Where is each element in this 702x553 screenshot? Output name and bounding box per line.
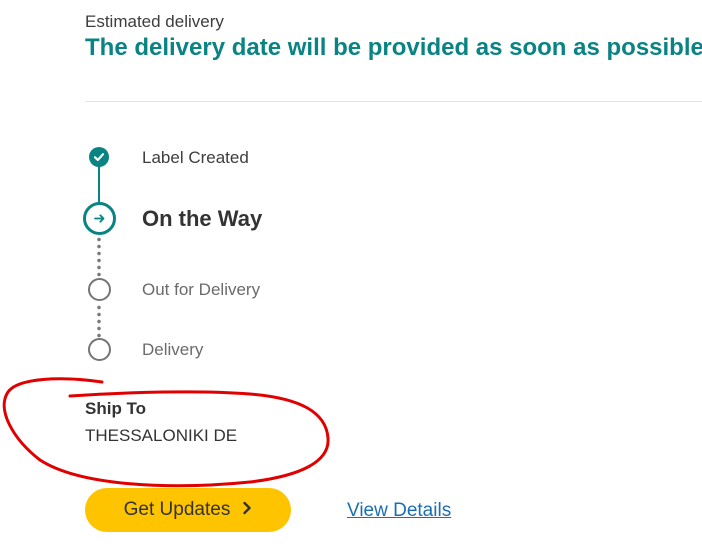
step-label-delivery: Delivery <box>142 340 204 359</box>
check-icon <box>89 147 109 167</box>
ship-to-value: THESSALONIKI DE <box>85 426 238 445</box>
view-details-link[interactable]: View Details <box>347 500 451 522</box>
red-annotation-circle <box>2 377 330 488</box>
ship-to-heading: Ship To <box>85 399 147 418</box>
empty-circle-icon <box>88 338 111 361</box>
step-label-created: Label Created <box>142 148 249 167</box>
timeline-connector-completed <box>98 166 100 206</box>
timeline-connector-pending <box>97 236 101 278</box>
arrow-right-icon <box>83 202 116 235</box>
timeline-connector-pending <box>97 304 101 338</box>
tracking-panel: Estimated delivery The delivery date wil… <box>0 0 702 553</box>
get-updates-button[interactable]: Get Updates <box>85 488 291 532</box>
empty-circle-icon <box>88 278 111 301</box>
get-updates-label: Get Updates <box>123 499 231 520</box>
step-label-on-the-way: On the Way <box>142 206 263 231</box>
estimated-delivery-message: The delivery date will be provided as so… <box>85 34 702 61</box>
estimated-delivery-label: Estimated delivery <box>85 12 224 31</box>
step-label-out-for-delivery: Out for Delivery <box>142 280 261 299</box>
divider <box>85 101 702 102</box>
chevron-right-icon <box>242 499 252 521</box>
